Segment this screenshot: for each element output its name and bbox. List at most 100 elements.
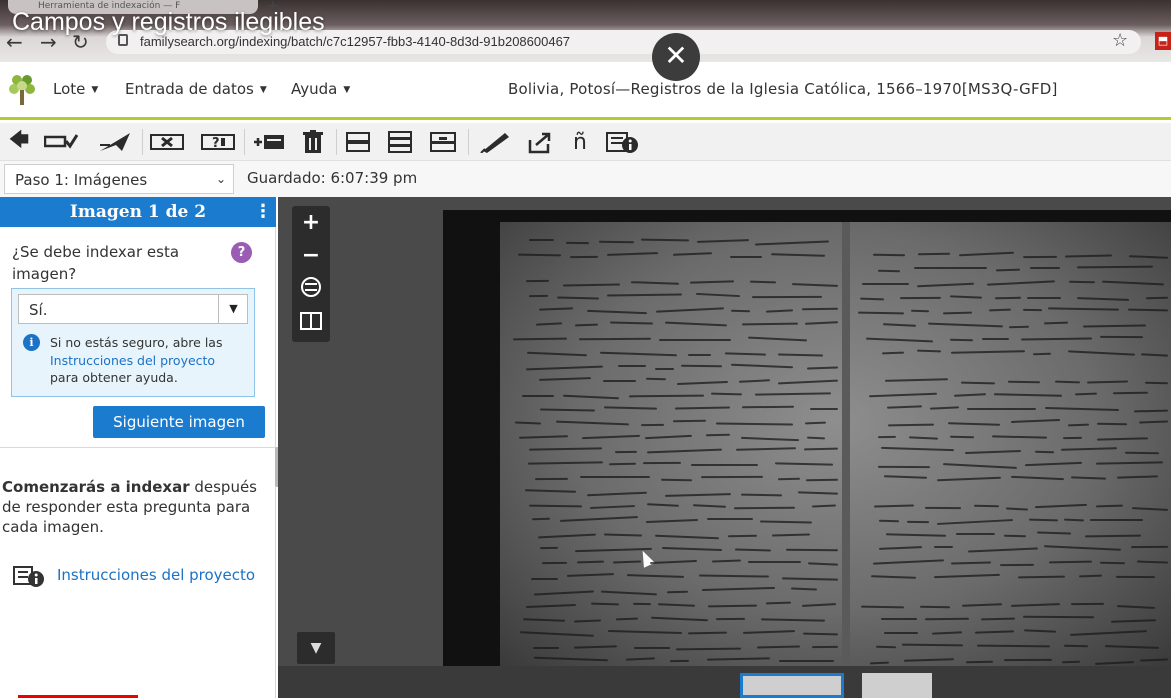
handwriting-stroke <box>1026 296 1062 300</box>
handwriting-stroke <box>580 476 650 478</box>
bookmark-star-icon[interactable]: ☆ <box>1112 30 1128 51</box>
divider <box>0 447 276 448</box>
handwriting-stroke <box>981 337 1010 341</box>
next-image-button[interactable]: Siguiente imagen <box>93 406 265 438</box>
rotate-icon[interactable] <box>292 276 330 306</box>
review-icon[interactable] <box>44 129 78 155</box>
handwriting-stroke <box>1029 266 1061 270</box>
handwriting-stroke <box>1130 545 1169 549</box>
caret-icon: ▼ <box>259 84 267 95</box>
handwriting-stroke <box>861 282 910 286</box>
answer-select[interactable]: Sí. <box>18 294 248 324</box>
handwriting-stroke <box>999 563 1035 567</box>
highlight-pen-icon[interactable] <box>478 129 512 155</box>
mark-unreadable-icon[interactable]: ? <box>201 129 235 155</box>
handwriting-stroke <box>565 241 590 245</box>
info-suffix: para obtener ayuda. <box>50 370 178 385</box>
share-export-icon[interactable] <box>526 129 554 155</box>
thumbnail-image-2[interactable] <box>862 673 932 698</box>
menu-entrada-de-datos[interactable]: Entrada de datos ▼ <box>125 80 267 98</box>
handwriting-stroke <box>707 518 753 520</box>
handwriting-stroke <box>528 294 549 298</box>
handwriting-stroke <box>1099 561 1126 565</box>
handwriting-stroke <box>966 407 1037 411</box>
begin-indexing-text: Comenzarás a indexar después de responde… <box>2 477 264 537</box>
mark-illegible-icon[interactable] <box>150 129 184 155</box>
handwriting-stroke <box>1022 255 1058 259</box>
handwriting-stroke <box>877 435 897 439</box>
handwriting-stroke <box>528 238 555 242</box>
thumbnail-image-1[interactable] <box>740 673 844 698</box>
document-image[interactable] <box>500 222 1171 666</box>
handwriting-stroke <box>906 520 930 524</box>
table-view-icon[interactable] <box>386 129 414 155</box>
handwriting-stroke <box>877 269 901 273</box>
handwriting-stroke <box>633 646 671 650</box>
handwriting-stroke <box>933 545 954 549</box>
zoom-out-icon[interactable]: − <box>292 241 330 271</box>
handwriting-stroke <box>617 364 647 368</box>
zoom-in-icon[interactable]: + <box>292 208 330 238</box>
handwriting-stroke <box>881 618 917 620</box>
project-title: Bolivia, Potosí—Registros de la Iglesia … <box>508 80 1058 98</box>
handwriting-stroke <box>640 423 665 427</box>
fit-page-icon[interactable] <box>292 310 330 340</box>
handwriting-stroke <box>642 461 682 465</box>
handwriting-stroke <box>729 255 763 259</box>
handwriting-stroke <box>1062 436 1083 440</box>
split-view-icon[interactable] <box>428 129 458 155</box>
handwriting-stroke <box>522 395 554 397</box>
project-instructions-icon[interactable] <box>13 565 45 587</box>
project-info-icon[interactable] <box>604 129 640 155</box>
handwriting-stroke <box>525 279 550 283</box>
step-select[interactable]: Paso 1: Imágenes <box>4 164 234 194</box>
handwriting-stroke <box>994 296 1022 300</box>
handwriting-stroke <box>669 659 690 663</box>
back-arrow-icon[interactable]: 🡄 <box>6 127 32 155</box>
handwriting-stroke <box>1115 575 1156 579</box>
handwriting-stroke <box>899 296 942 300</box>
caret-down-icon[interactable]: ▼ <box>218 294 248 324</box>
family-tree-logo-icon[interactable] <box>8 72 36 106</box>
app-header: Lote ▼ Entrada de datos ▼ Ayuda ▼ Bolivia, … <box>0 62 1171 120</box>
info-icon: i <box>23 334 40 351</box>
screen: Herramienta de indexación — F + ← → ↻ fa… <box>0 0 1171 698</box>
saved-timestamp: Guardado: 6:07:39 pm <box>247 169 418 187</box>
handwriting-stroke <box>534 477 569 481</box>
chevron-down-icon[interactable]: ⌄ <box>216 172 226 186</box>
caret-icon: ▼ <box>91 84 99 95</box>
menu-lote[interactable]: Lote ▼ <box>53 80 98 98</box>
kebab-menu-icon[interactable]: ⋮ <box>254 201 272 223</box>
menu-ayuda[interactable]: Ayuda ▼ <box>291 80 350 98</box>
close-icon[interactable]: ✕ <box>652 33 700 81</box>
panel-heading: Imagen 1 de 2 <box>0 197 276 227</box>
handwriting-stroke <box>1090 519 1143 521</box>
handwriting-stroke <box>913 266 988 270</box>
handwriting-stroke <box>614 450 638 454</box>
info-prefix: Si no estás seguro, abre las <box>50 335 223 350</box>
toolbar: 🡄 ? ñ <box>0 123 1171 161</box>
svg-text:?: ? <box>212 136 220 151</box>
handwriting-stroke <box>1032 352 1052 356</box>
pdf-extension-icon[interactable]: ⬒ <box>1155 32 1171 50</box>
handwriting-stroke <box>1034 450 1055 454</box>
handwriting-stroke <box>541 561 568 565</box>
submit-icon[interactable] <box>98 129 132 155</box>
instructions-inline-link[interactable]: Instrucciones del proyecto <box>50 353 215 368</box>
handwriting-stroke <box>533 647 559 649</box>
help-icon[interactable]: ? <box>231 242 252 263</box>
form-view-icon[interactable] <box>344 129 372 155</box>
handwriting-stroke <box>747 560 802 564</box>
handwriting-stroke <box>1003 658 1053 662</box>
project-instructions-link[interactable]: Instrucciones del proyecto <box>57 566 255 584</box>
caret-icon: ▼ <box>343 84 351 95</box>
add-record-icon[interactable] <box>252 129 286 155</box>
handwriting-stroke <box>715 617 746 621</box>
begin-bold: Comenzarás a indexar <box>2 478 190 496</box>
special-characters-icon[interactable]: ñ <box>568 129 592 155</box>
handwriting-stroke <box>883 631 919 635</box>
handwriting-stroke <box>1099 335 1144 339</box>
handwriting-stroke <box>700 475 764 479</box>
collapse-thumbnails-icon[interactable]: ▼ <box>297 632 335 664</box>
delete-trash-icon[interactable] <box>300 129 326 155</box>
